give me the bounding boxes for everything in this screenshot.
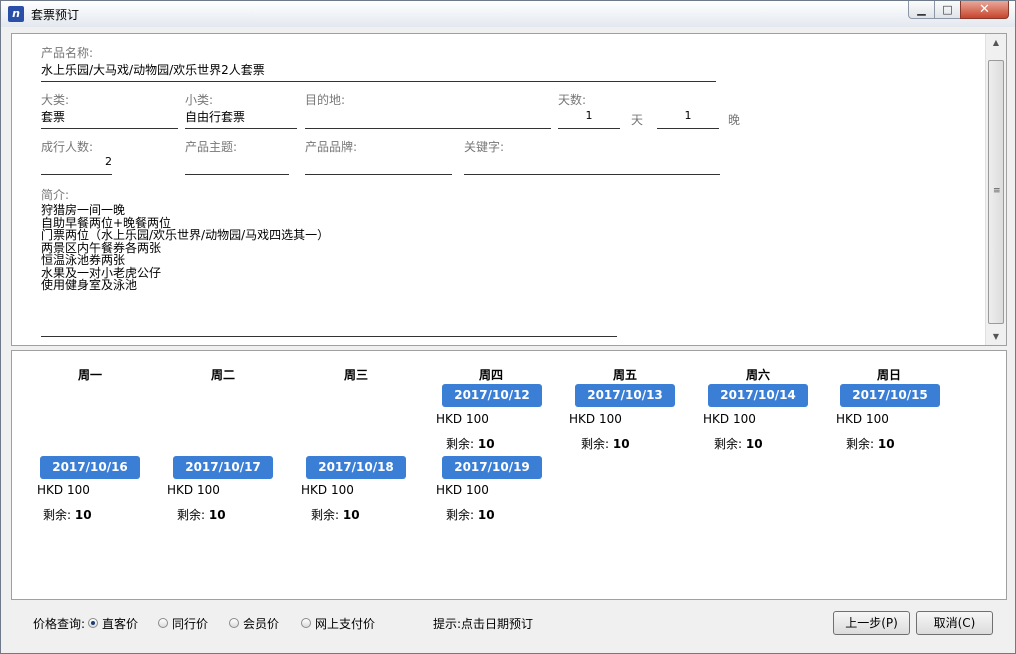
weekday-wed: 周三 bbox=[343, 368, 368, 382]
prev-step-button[interactable]: 上一步(P) bbox=[833, 611, 910, 635]
date-button[interactable]: 2017/10/14 bbox=[708, 384, 808, 407]
days-field[interactable]: 1 bbox=[558, 109, 620, 122]
radio-online-price[interactable] bbox=[301, 618, 311, 628]
radio-peer-price[interactable] bbox=[158, 618, 168, 628]
date-button[interactable]: 2017/10/15 bbox=[840, 384, 940, 407]
booking-window: n 套票预订 ▁ □ ✕ 产品名称: 水上乐园/大马戏/动物园/欢乐世界2人套票… bbox=[0, 0, 1016, 654]
price-text: HKD 100 bbox=[37, 483, 90, 497]
window-title: 套票预订 bbox=[31, 8, 80, 22]
theme-label: 产品主题: bbox=[185, 140, 238, 154]
intro-underline bbox=[41, 336, 617, 337]
maximize-button[interactable]: □ bbox=[934, 1, 961, 19]
minimize-button[interactable]: ▁ bbox=[908, 1, 935, 19]
weekday-sat: 周六 bbox=[745, 368, 770, 382]
scroll-down-icon[interactable]: ▼ bbox=[986, 328, 1006, 345]
date-button[interactable]: 2017/10/13 bbox=[575, 384, 675, 407]
destination-underline bbox=[305, 128, 551, 129]
product-name-underline bbox=[41, 81, 716, 82]
scroll-up-icon[interactable]: ▲ bbox=[986, 34, 1006, 51]
weekday-sun: 周日 bbox=[876, 368, 901, 382]
nights-unit: 晚 bbox=[728, 113, 741, 127]
category-field[interactable]: 套票 bbox=[41, 108, 65, 125]
remaining-text: 剩余: 10 bbox=[446, 437, 495, 451]
close-button[interactable]: ✕ bbox=[960, 1, 1009, 19]
weekday-tue: 周二 bbox=[210, 368, 235, 382]
weekday-mon: 周一 bbox=[77, 368, 102, 382]
scroll-thumb[interactable]: ≡ bbox=[988, 60, 1004, 324]
remaining-text: 剩余: 10 bbox=[43, 508, 92, 522]
category-label: 大类: bbox=[41, 93, 70, 107]
adults-underline bbox=[41, 174, 112, 175]
radio-peer-price-label[interactable]: 同行价 bbox=[172, 615, 208, 632]
radio-direct-price[interactable] bbox=[88, 618, 98, 628]
form-scrollbar[interactable]: ▲ ≡ ▼ bbox=[985, 34, 1006, 345]
cancel-button[interactable]: 取消(C) bbox=[916, 611, 993, 635]
subcategory-label: 小类: bbox=[185, 93, 214, 107]
price-text: HKD 100 bbox=[301, 483, 354, 497]
price-text: HKD 100 bbox=[436, 483, 489, 497]
date-button[interactable]: 2017/10/17 bbox=[173, 456, 273, 479]
intro-line: 恒温泳池券两张 bbox=[41, 253, 126, 267]
destination-label: 目的地: bbox=[305, 93, 346, 107]
intro-line: 使用健身室及泳池 bbox=[41, 278, 138, 292]
intro-label: 简介: bbox=[41, 188, 70, 202]
product-name-field[interactable]: 水上乐园/大马戏/动物园/欢乐世界2人套票 bbox=[41, 61, 265, 78]
remaining-text: 剩余: 10 bbox=[714, 437, 763, 451]
title-bar[interactable]: n 套票预订 ▁ □ ✕ bbox=[1, 1, 1015, 27]
weekday-thu: 周四 bbox=[478, 368, 503, 382]
grip-icon: ≡ bbox=[993, 186, 1001, 196]
price-text: HKD 100 bbox=[836, 412, 889, 426]
product-form-panel: 产品名称: 水上乐园/大马戏/动物园/欢乐世界2人套票 大类: 套票 小类: 自… bbox=[11, 33, 1007, 346]
weekday-fri: 周五 bbox=[612, 368, 637, 382]
radio-online-price-label[interactable]: 网上支付价 bbox=[315, 615, 375, 632]
brand-label: 产品品牌: bbox=[305, 140, 358, 154]
date-button[interactable]: 2017/10/19 bbox=[442, 456, 542, 479]
radio-direct-price-label[interactable]: 直客价 bbox=[102, 615, 138, 632]
adults-label: 成行人数: bbox=[41, 140, 94, 154]
remaining-text: 剩余: 10 bbox=[177, 508, 226, 522]
remaining-text: 剩余: 10 bbox=[581, 437, 630, 451]
price-text: HKD 100 bbox=[703, 412, 756, 426]
keywords-underline bbox=[464, 174, 720, 175]
intro-line: 狩猎房一间一晚 bbox=[41, 203, 126, 217]
price-query-label: 价格查询: bbox=[33, 617, 86, 631]
remaining-text: 剩余: 10 bbox=[846, 437, 895, 451]
price-text: HKD 100 bbox=[569, 412, 622, 426]
nights-field[interactable]: 1 bbox=[657, 109, 719, 122]
subcategory-field[interactable]: 自由行套票 bbox=[185, 108, 245, 125]
radio-member-price[interactable] bbox=[229, 618, 239, 628]
product-name-label: 产品名称: bbox=[41, 46, 94, 60]
days-label: 天数: bbox=[558, 93, 587, 107]
adults-field[interactable]: 2 bbox=[41, 155, 112, 168]
keywords-label: 关键字: bbox=[464, 140, 505, 154]
nights-underline bbox=[657, 128, 719, 129]
intro-text[interactable]: 狩猎房一间一晚 自助早餐两位+晚餐两位 门票两位（水上乐园/欢乐世界/动物园/马… bbox=[41, 204, 329, 292]
hint-text: 提示:点击日期预订 bbox=[433, 617, 534, 631]
app-icon: n bbox=[8, 6, 24, 22]
remaining-text: 剩余: 10 bbox=[311, 508, 360, 522]
subcategory-underline bbox=[185, 128, 297, 129]
price-text: HKD 100 bbox=[167, 483, 220, 497]
date-button[interactable]: 2017/10/12 bbox=[442, 384, 542, 407]
product-form: 产品名称: 水上乐园/大马戏/动物园/欢乐世界2人套票 大类: 套票 小类: 自… bbox=[12, 34, 986, 345]
intro-line: 门票两位（水上乐园/欢乐世界/动物园/马戏四选其一） bbox=[41, 228, 330, 242]
remaining-text: 剩余: 10 bbox=[446, 508, 495, 522]
price-text: HKD 100 bbox=[436, 412, 489, 426]
days-unit: 天 bbox=[631, 113, 644, 127]
date-button[interactable]: 2017/10/18 bbox=[306, 456, 406, 479]
category-underline bbox=[41, 128, 178, 129]
theme-underline bbox=[185, 174, 289, 175]
days-underline bbox=[558, 128, 620, 129]
date-button[interactable]: 2017/10/16 bbox=[40, 456, 140, 479]
radio-member-price-label[interactable]: 会员价 bbox=[243, 615, 279, 632]
brand-underline bbox=[305, 174, 452, 175]
